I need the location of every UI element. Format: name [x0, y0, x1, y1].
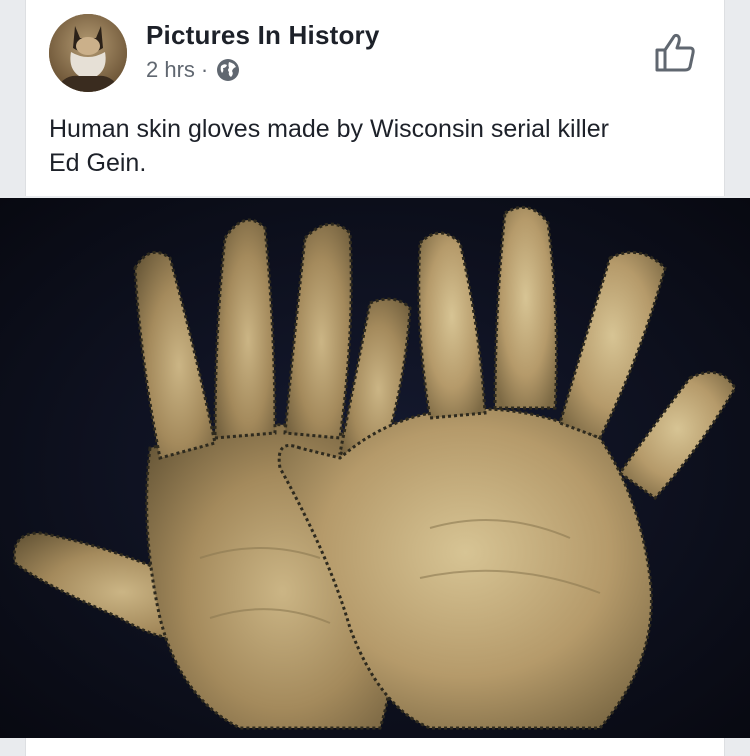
post-card-bottom: [25, 738, 725, 756]
page-avatar[interactable]: [49, 14, 127, 92]
gloves-image: [0, 198, 750, 738]
post-meta: 2 hrs ·: [146, 57, 240, 83]
post-caption: Human skin gloves made by Wisconsin seri…: [49, 115, 609, 177]
page-name-link[interactable]: Pictures In History: [146, 20, 380, 51]
meta-separator: ·: [200, 57, 209, 82]
post-timestamp[interactable]: 2 hrs: [146, 57, 195, 83]
post-card: Pictures In History 2 hrs · Human skin g…: [25, 0, 725, 196]
globe-icon[interactable]: [216, 58, 240, 82]
post-photo[interactable]: [0, 198, 750, 738]
thumbs-up-icon: [655, 33, 695, 72]
like-button[interactable]: [653, 30, 697, 74]
avatar-image: [49, 14, 127, 92]
